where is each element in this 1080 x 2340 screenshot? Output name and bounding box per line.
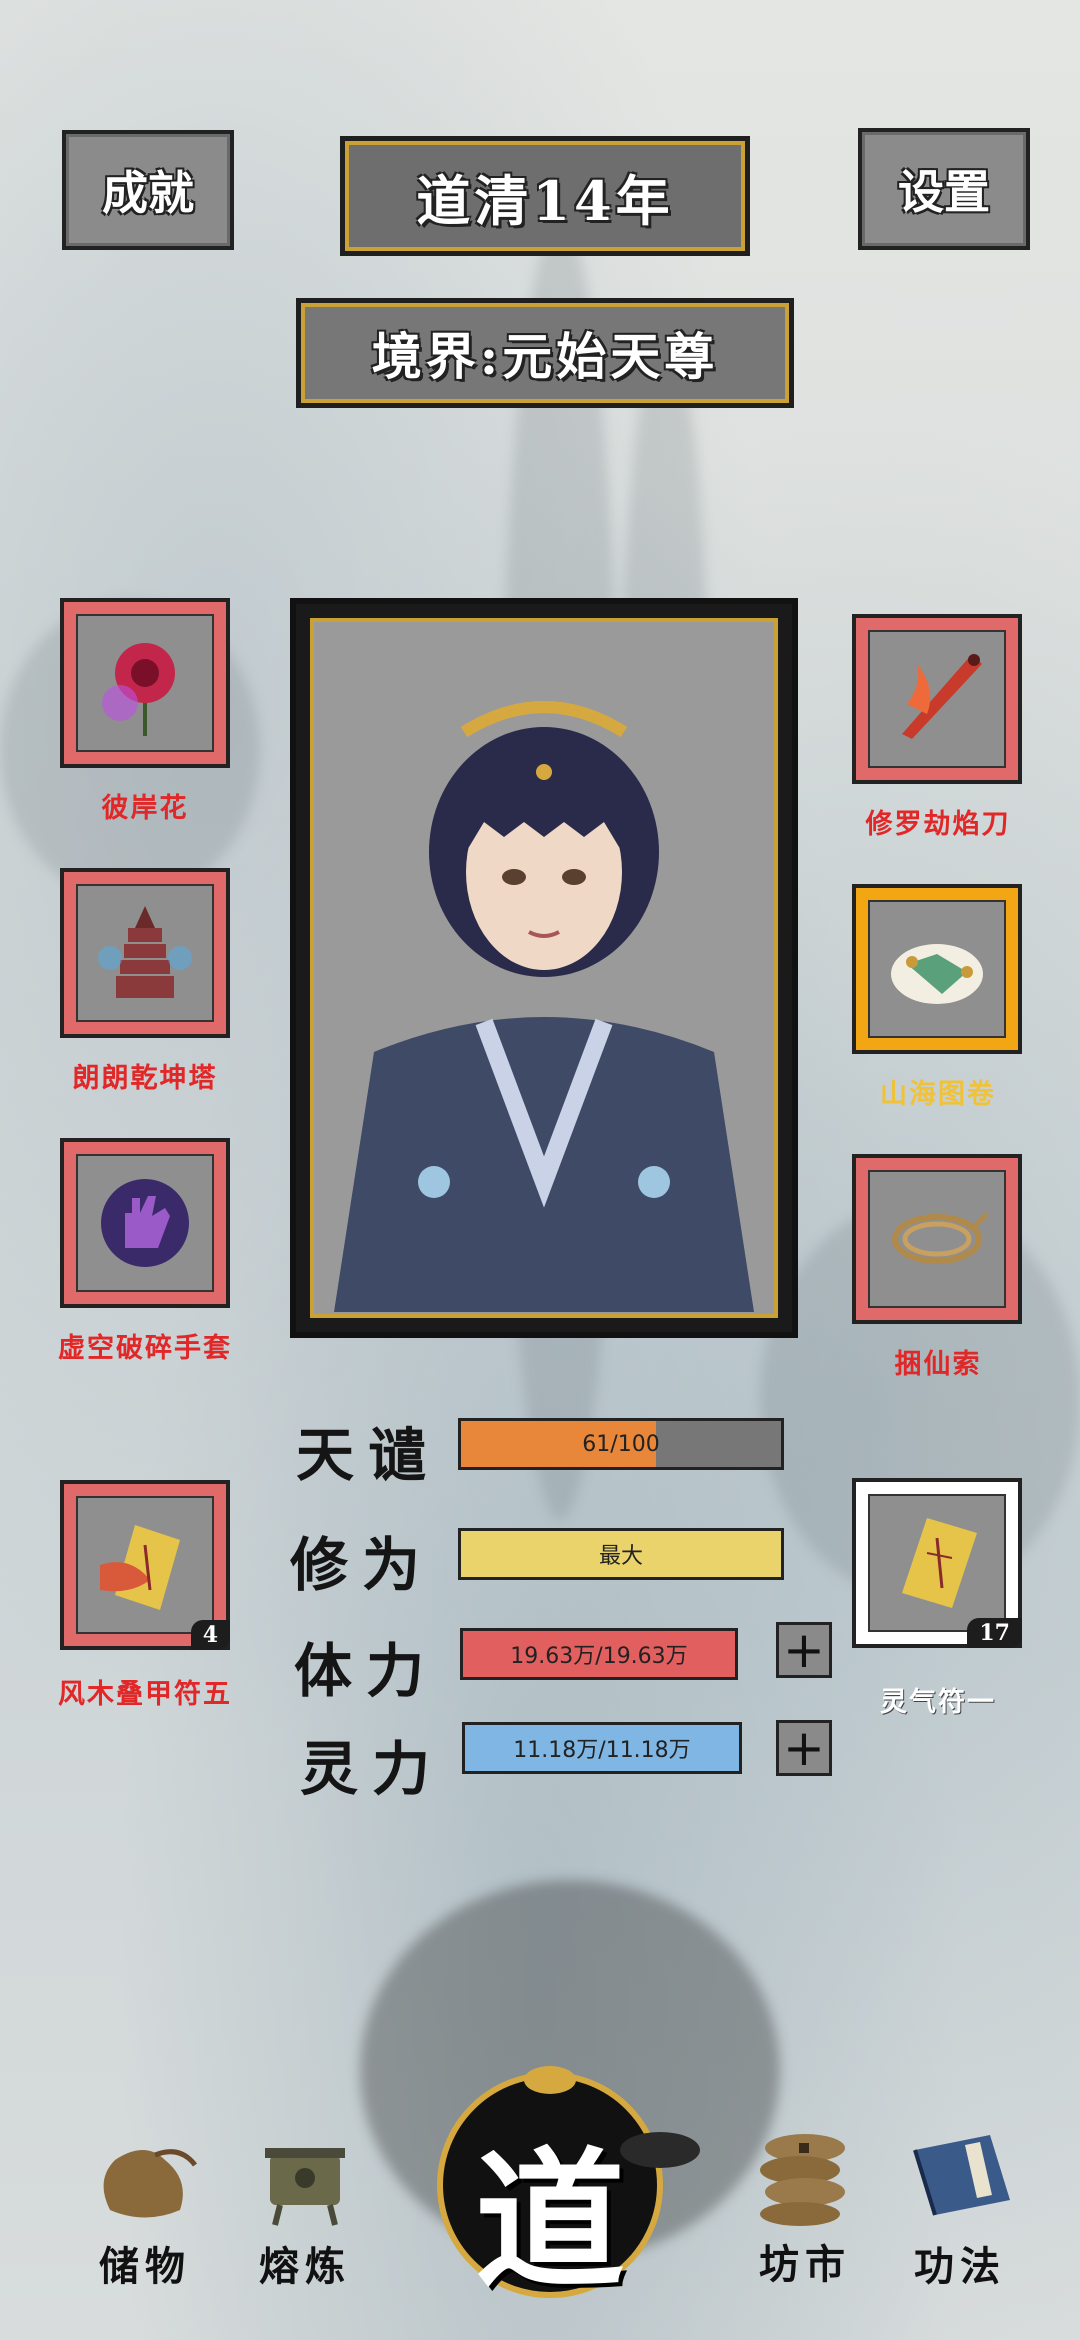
pouch-icon [103, 2149, 197, 2218]
stamina-value: 19.63万/19.63万 [510, 1644, 688, 1669]
talisman-label-left: 风木叠甲符五 [58, 1679, 232, 1710]
cultivation-label: 修为 [290, 1531, 435, 1599]
spirit-plus-button[interactable]: + [776, 1720, 832, 1776]
settings-label: 设置 [898, 165, 990, 219]
talisman-icon [100, 1525, 180, 1610]
achievements-label: 成就 [102, 166, 194, 220]
pagoda-icon [98, 906, 192, 998]
nav-skills[interactable]: 功法 [885, 2120, 1035, 2292]
spirit-value: 11.18万/11.18万 [513, 1738, 691, 1763]
character-portrait-frame[interactable] [290, 598, 798, 1338]
scroll-map-icon [891, 944, 983, 1004]
cultivation-bar: 最大 [458, 1528, 784, 1580]
nav-smelting[interactable]: 熔炼 [230, 2120, 380, 2292]
spirit-label: 灵力 [300, 1735, 445, 1803]
stamina-plus-button[interactable]: + [776, 1622, 832, 1678]
talisman-count-badge: 4 [190, 1620, 230, 1650]
talisman-count-badge: 17 [967, 1618, 1022, 1648]
nav-market[interactable]: 坊市 [730, 2118, 880, 2290]
rope-icon [892, 1212, 989, 1264]
equipment-label-right-3: 捆仙索 [894, 1349, 982, 1380]
equipment-slot-right-2[interactable] [852, 884, 1022, 1054]
equipment-slot-left-2[interactable] [60, 868, 230, 1038]
equipment-label-left-1: 彼岸花 [101, 793, 189, 824]
cauldron-icon [265, 2148, 345, 2226]
tribulation-label: 天谴 [296, 1421, 441, 1489]
cultivation-value: 最大 [598, 1544, 643, 1569]
year-banner: 道清14年 [340, 136, 750, 256]
achievements-button[interactable]: 成就 [62, 130, 234, 250]
nav-market-label: 坊市 [759, 2241, 851, 2288]
nav-storage[interactable]: 储物 [70, 2120, 220, 2292]
equipment-slot-left-3[interactable] [60, 1138, 230, 1308]
coins-icon [760, 2134, 845, 2226]
flame-blade-icon [902, 654, 982, 739]
equipment-label-right-1: 修罗劫焰刀 [865, 809, 1011, 840]
equipment-slot-left-1[interactable] [60, 598, 230, 768]
nav-storage-label: 储物 [99, 2243, 191, 2290]
red-lily-flower-icon [102, 643, 175, 736]
settings-button[interactable]: 设置 [858, 128, 1030, 250]
character-figure-icon [334, 701, 754, 1312]
talisman-slot-left[interactable]: 4 [60, 1480, 230, 1650]
stamina-bar: 19.63万/19.63万 [460, 1628, 738, 1680]
year-label: 道清14年 [416, 168, 674, 233]
stamina-label: 体力 [294, 1637, 439, 1705]
nav-skills-label: 功法 [914, 2243, 1006, 2290]
equipment-label-right-2: 山海图卷 [880, 1079, 996, 1110]
spirit-bar: 11.18万/11.18万 [462, 1722, 742, 1774]
nav-dao-button[interactable]: 道 [400, 2060, 700, 2310]
tribulation-value: 61/100 [582, 1431, 660, 1457]
tribulation-bar: 61/100 [458, 1418, 784, 1470]
realm-banner: 境界:元始天尊 [296, 298, 794, 408]
void-glove-icon [101, 1179, 189, 1267]
character-portrait [310, 618, 778, 1318]
talisman-slot-right[interactable]: 17 [852, 1478, 1022, 1648]
equipment-slot-right-1[interactable] [852, 614, 1022, 784]
talisman-icon [902, 1518, 977, 1608]
realm-label: 境界:元始天尊 [371, 327, 719, 386]
nav-smelting-label: 熔炼 [259, 2243, 351, 2290]
equipment-slot-right-3[interactable] [852, 1154, 1022, 1324]
equipment-label-left-3: 虚空破碎手套 [58, 1333, 232, 1364]
talisman-label-right: 灵气符一 [880, 1687, 996, 1718]
nav-dao-label: 道 [474, 2133, 625, 2309]
book-icon [913, 2135, 1010, 2216]
equipment-label-left-2: 朗朗乾坤塔 [72, 1063, 218, 1094]
